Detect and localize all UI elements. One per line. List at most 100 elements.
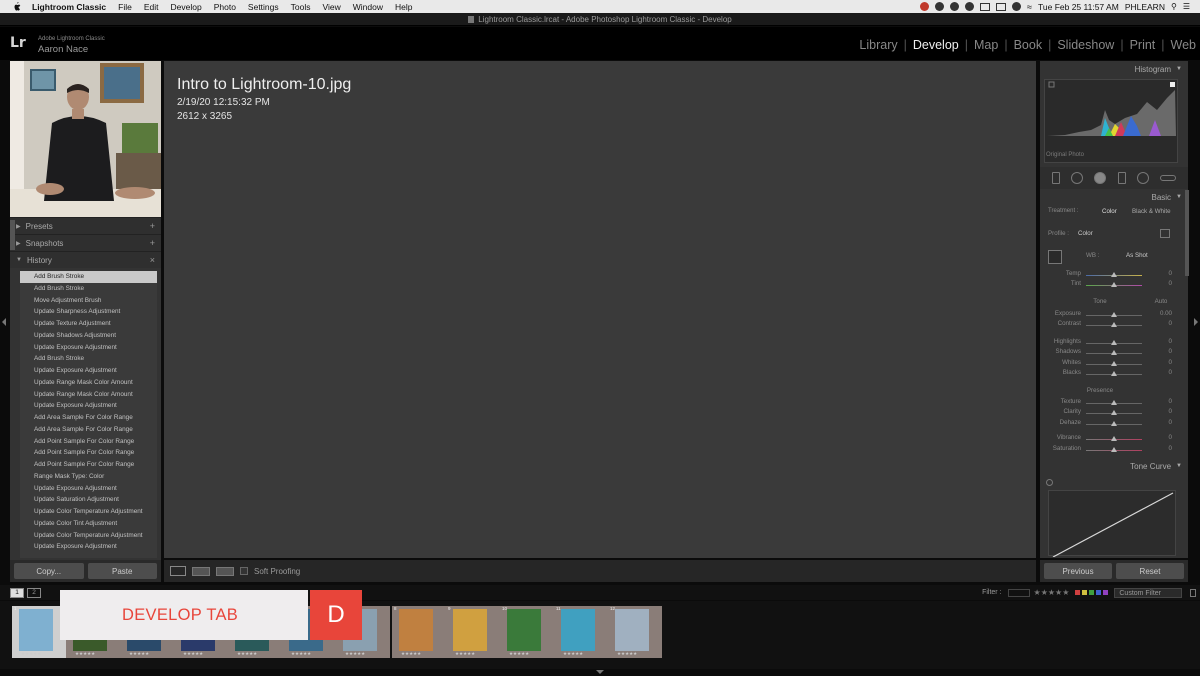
menu-help[interactable]: Help [395,2,412,12]
slider-value[interactable]: 0 [1142,359,1172,366]
history-item[interactable]: Update Color Temperature Adjustment [20,530,157,542]
menu-list-icon[interactable]: ☰ [1183,2,1190,11]
menu-edit[interactable]: Edit [144,2,159,12]
history-item[interactable]: Update Saturation Adjustment [20,494,157,506]
profile-dropdown[interactable]: Color [1078,230,1093,237]
add-preset-icon[interactable]: + [150,221,155,231]
slider-shadows[interactable]: Shadows 0 [1040,348,1188,358]
menubar-user[interactable]: PHLEARN [1125,2,1165,12]
module-print[interactable]: Print [1130,38,1156,52]
radial-filter-icon[interactable] [1136,172,1149,184]
history-item[interactable]: Update Range Mask Color Amount [20,389,157,401]
history-item[interactable]: Update Color Temperature Adjustment [20,506,157,518]
module-web[interactable]: Web [1171,38,1196,52]
wb-dropdown[interactable]: As Shot [1126,252,1148,259]
history-item[interactable]: Add Point Sample For Color Range [20,447,157,459]
slider-track[interactable] [1086,272,1142,277]
swap-before-after-icon[interactable] [216,566,234,576]
history-item[interactable]: Update Exposure Adjustment [20,342,157,354]
crop-tool-icon[interactable] [1051,172,1060,184]
soft-proofing-checkbox[interactable] [240,567,248,575]
slider-value[interactable]: 0 [1142,280,1172,287]
filmstrip-thumbnail[interactable]: 11 ★★★★★ [554,606,608,658]
history-item[interactable]: Update Exposure Adjustment [20,400,157,412]
slider-track[interactable] [1086,436,1142,441]
add-snapshot-icon[interactable]: + [150,238,155,248]
slider-handle[interactable] [1111,312,1117,317]
right-panel-toggle-icon[interactable] [1194,318,1198,326]
histogram-graph[interactable] [1044,79,1178,163]
red-eye-icon[interactable] [1094,172,1107,184]
history-item[interactable]: Add Area Sample For Color Range [20,412,157,424]
before-after-icon[interactable] [192,566,210,576]
history-item[interactable]: Update Texture Adjustment [20,318,157,330]
slider-handle[interactable] [1111,436,1117,441]
module-library[interactable]: Library [859,38,897,52]
treatment-color-option[interactable]: Color [1102,208,1117,215]
clear-history-icon[interactable]: × [150,255,155,265]
history-item[interactable]: Range Mask Type: Color [20,471,157,483]
graduated-filter-icon[interactable] [1117,172,1126,184]
menu-photo[interactable]: Photo [214,2,236,12]
color-filter[interactable] [1075,590,1109,595]
slider-value[interactable]: 0 [1142,270,1172,277]
slider-track[interactable] [1086,322,1142,327]
paste-button[interactable]: Paste [87,563,157,579]
auto-tone-button[interactable]: Auto [1150,298,1172,305]
slider-dehaze[interactable]: Dehaze 0 [1040,419,1188,429]
history-list[interactable]: Add Brush Stroke Add Brush Stroke Move Adj… [20,271,157,558]
tone-curve-header[interactable]: Tone Curve ▼ [1040,458,1188,474]
slider-value[interactable]: 0 [1142,434,1172,441]
snapshots-section-header[interactable]: ▶ Snapshots + [10,234,161,251]
slider-handle[interactable] [1111,350,1117,355]
slider-track[interactable] [1086,340,1142,345]
status-monitor-icon[interactable] [996,2,1007,11]
status-pin-icon[interactable] [935,2,945,11]
slider-handle[interactable] [1111,400,1117,405]
spot-removal-icon[interactable] [1070,172,1083,184]
apple-icon[interactable] [12,2,22,12]
navigator-preview[interactable] [10,61,161,217]
menubar-clock[interactable]: Tue Feb 25 11:57 AM [1038,2,1119,12]
slider-handle[interactable] [1111,361,1117,366]
basic-header[interactable]: Basic ▼ [1040,189,1188,205]
filter-dropdown[interactable]: Custom Filter [1114,587,1182,598]
slider-handle[interactable] [1111,421,1117,426]
menu-develop[interactable]: Develop [171,2,202,12]
adjustment-brush-icon[interactable] [1160,175,1177,181]
slider-saturation[interactable]: Saturation 0 [1040,445,1188,455]
treatment-bw-option[interactable]: Black & White [1132,208,1171,215]
slider-handle[interactable] [1111,410,1117,415]
slider-value[interactable]: 0 [1142,408,1172,415]
module-slideshow[interactable]: Slideshow [1057,38,1114,52]
history-item[interactable]: Add Point Sample For Color Range [20,436,157,448]
slider-clarity[interactable]: Clarity 0 [1040,408,1188,418]
star-filter[interactable]: ★★★★★ [1034,588,1070,597]
slider-highlights[interactable]: Highlights 0 [1040,338,1188,348]
presets-section-header[interactable]: ▶ Presets + [10,217,161,234]
history-item[interactable]: Add Point Sample For Color Range [20,459,157,471]
flag-filter-icon[interactable] [1007,588,1030,597]
slider-value[interactable]: 0 [1142,398,1172,405]
module-map[interactable]: Map [974,38,998,52]
slider-blacks[interactable]: Blacks 0 [1040,369,1188,379]
slider-handle[interactable] [1111,322,1117,327]
slider-vibrance[interactable]: Vibrance 0 [1040,434,1188,444]
profile-browser-icon[interactable] [1160,229,1170,238]
copy-button[interactable]: Copy... [14,563,84,579]
histogram-header[interactable]: Histogram ▼ [1040,61,1188,77]
page-2-button[interactable]: 2 [27,587,41,598]
history-item[interactable]: Add Brush Stroke [20,271,157,283]
history-item[interactable]: Add Brush Stroke [20,353,157,365]
slider-value[interactable]: 0.00 [1142,310,1172,317]
slider-handle[interactable] [1111,371,1117,376]
history-item[interactable]: Update Exposure Adjustment [20,365,157,377]
module-develop[interactable]: Develop [913,38,959,52]
slider-value[interactable]: 0 [1142,419,1172,426]
filmstrip-thumbnail[interactable]: 1 ★★★★★ [12,606,66,658]
status-display-icon[interactable] [980,2,991,11]
history-item[interactable]: Add Brush Stroke [20,283,157,295]
slider-tint[interactable]: Tint 0 [1040,280,1188,290]
image-preview-area[interactable] [164,61,1036,558]
history-item[interactable]: Move Adjustment Brush [20,295,157,307]
